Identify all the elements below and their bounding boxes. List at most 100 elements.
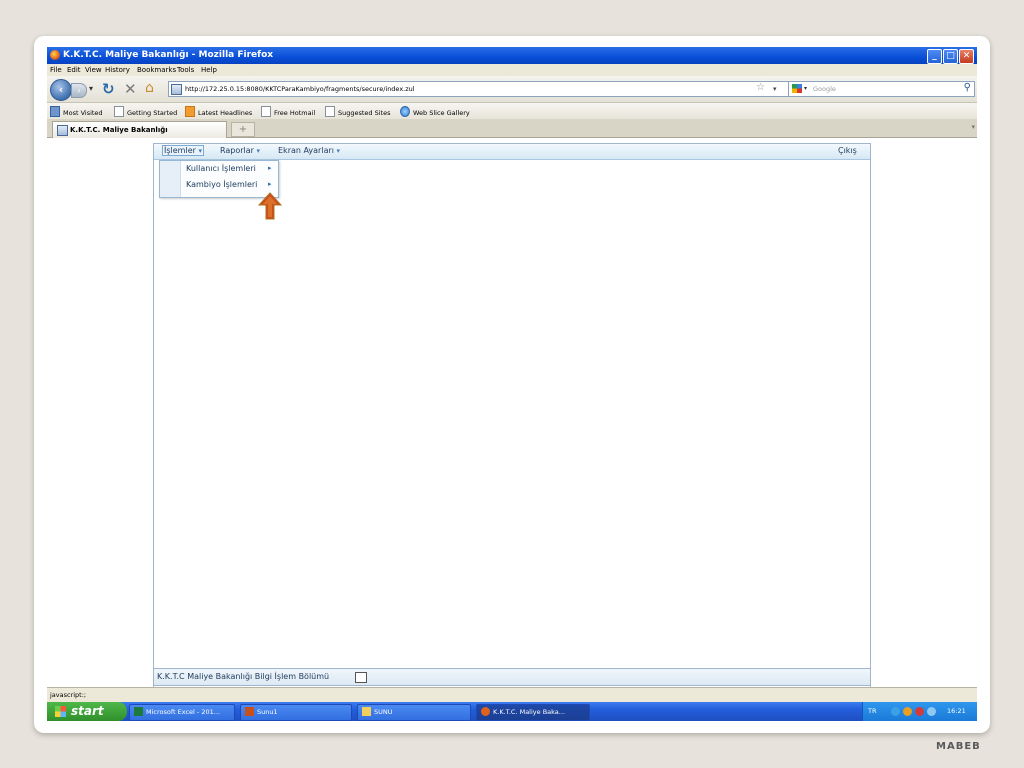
page-content: İşlemler ▾ Raporlar ▾ Ekran Ayarları ▾ Ç… (47, 138, 977, 688)
firefox-icon (481, 707, 490, 716)
submenu-arrow-icon: ▸ (268, 180, 272, 188)
firefox-icon (50, 50, 60, 60)
url-bar[interactable]: http://172.25.0.15:8080/KKTCParaKambiyo/… (168, 81, 790, 97)
task-sunu1[interactable]: Sunu1 (240, 704, 352, 721)
menu-label: Raporlar (220, 146, 254, 155)
task-firefox[interactable]: K.K.T.C. Maliye Baka... (476, 704, 590, 721)
bookmark-folder-icon (50, 106, 60, 117)
powerpoint-icon (245, 707, 254, 716)
tab-list-icon[interactable]: ▾ (971, 123, 975, 131)
menu-ekran-ayarlari[interactable]: Ekran Ayarları ▾ (278, 146, 340, 155)
chevron-down-icon: ▾ (256, 147, 261, 155)
rss-icon (185, 106, 195, 117)
language-indicator[interactable]: TR (868, 702, 877, 721)
menu-item-label: Kullanıcı İşlemleri (186, 164, 256, 173)
excel-icon (134, 707, 143, 716)
start-button[interactable]: start (47, 702, 127, 721)
chevron-down-icon: ▾ (198, 147, 202, 155)
menu-help[interactable]: Help (201, 66, 217, 74)
minimize-button[interactable]: _ (927, 49, 942, 64)
status-bar: javascript:; (47, 687, 977, 703)
bookmark-free-hotmail[interactable]: Free Hotmail (261, 106, 315, 117)
home-icon[interactable]: ⌂ (145, 80, 154, 96)
forward-icon[interactable]: › (71, 83, 87, 98)
page-icon (114, 106, 124, 117)
windows-logo-icon (55, 706, 66, 717)
chevron-down-icon: ▾ (336, 147, 341, 155)
task-excel[interactable]: Microsoft Excel - 201... (129, 704, 235, 721)
reload-icon[interactable]: ↻ (102, 80, 115, 98)
bookmark-getting-started[interactable]: Getting Started (114, 106, 177, 117)
maximize-button[interactable]: □ (943, 49, 958, 64)
page-icon (325, 106, 335, 117)
bookmark-latest-headlines[interactable]: Latest Headlines (185, 106, 252, 117)
app-panel: İşlemler ▾ Raporlar ▾ Ekran Ayarları ▾ Ç… (153, 143, 871, 688)
bookmark-label: Getting Started (127, 109, 178, 117)
slide-footer-label: MABEB (936, 741, 981, 752)
menu-cikis[interactable]: Çıkış (838, 146, 857, 155)
task-label: SUNU (374, 708, 393, 716)
tab-label: K.K.T.C. Maliye Bakanlığı (70, 126, 168, 134)
menu-tools[interactable]: Tools (177, 66, 194, 74)
history-dropdown-icon[interactable]: ▾ (89, 84, 93, 93)
status-text: javascript:; (50, 691, 87, 699)
task-label: K.K.T.C. Maliye Baka... (493, 708, 565, 716)
footer-text: K.K.T.C Maliye Bakanlığı Bilgi İşlem Böl… (157, 672, 330, 681)
screenshot: K.K.T.C. Maliye Bakanlığı - Mozilla Fire… (47, 47, 977, 721)
bookmark-suggested-sites[interactable]: Suggested Sites (325, 106, 391, 117)
menu-bookmarks[interactable]: Bookmarks (137, 66, 176, 74)
menu-edit[interactable]: Edit (67, 66, 81, 74)
bookmark-label: Web Slice Gallery (413, 109, 470, 117)
task-label: Microsoft Excel - 201... (146, 708, 220, 716)
menu-islemler[interactable]: İşlemler ▾ (162, 145, 204, 156)
menu-history[interactable]: History (105, 66, 130, 74)
search-engine-dropdown-icon[interactable]: ▾ (804, 82, 807, 96)
tab-maliye[interactable]: K.K.T.C. Maliye Bakanlığı (52, 121, 227, 138)
bookmark-web-slice-gallery[interactable]: Web Slice Gallery (400, 106, 470, 117)
bookmark-label: Suggested Sites (338, 109, 391, 117)
footer-checkbox[interactable] (355, 672, 367, 683)
menubar: File Edit View History Bookmarks Tools H… (47, 64, 977, 76)
volume-icon[interactable] (927, 707, 936, 716)
start-label: start (71, 704, 104, 718)
menu-label: Ekran Ayarları (278, 146, 334, 155)
dropdown-gutter (160, 161, 181, 197)
menu-view[interactable]: View (85, 66, 102, 74)
network-icon[interactable] (891, 707, 900, 716)
taskbar: start Microsoft Excel - 201... Sunu1 SUN… (47, 702, 977, 721)
tray-app-icon[interactable] (903, 707, 912, 716)
stop-icon[interactable]: ✕ (124, 80, 137, 98)
search-bar[interactable]: ▾ Google ⚲ (788, 81, 975, 97)
bookmarks-toolbar: Most Visited Getting Started Latest Head… (47, 103, 977, 119)
menu-item-kambiyo-islemleri[interactable]: Kambiyo İşlemleri ▸ (186, 180, 272, 189)
window-title: K.K.T.C. Maliye Bakanlığı - Mozilla Fire… (63, 50, 274, 60)
task-sunu-folder[interactable]: SUNU (357, 704, 471, 721)
search-input[interactable]: Google (813, 82, 836, 96)
folder-icon (362, 707, 371, 716)
menu-label: İşlemler (164, 146, 196, 155)
bookmark-star-icon[interactable]: ☆ (756, 81, 765, 95)
submenu-arrow-icon: ▸ (268, 164, 272, 172)
site-icon (57, 125, 68, 136)
new-tab-button[interactable]: + (231, 122, 255, 137)
menu-item-label: Kambiyo İşlemleri (186, 180, 258, 189)
window-titlebar: K.K.T.C. Maliye Bakanlığı - Mozilla Fire… (47, 47, 977, 64)
app-menubar: İşlemler ▾ Raporlar ▾ Ekran Ayarları ▾ Ç… (154, 144, 870, 160)
url-dropdown-icon[interactable]: ▾ (773, 82, 777, 96)
menu-file[interactable]: File (50, 66, 62, 74)
bookmark-most-visited[interactable]: Most Visited (50, 106, 103, 117)
google-icon[interactable] (792, 84, 802, 93)
navigation-toolbar: ‹ › ▾ ↻ ✕ ⌂ http://172.25.0.15:8080/KKTC… (47, 76, 977, 103)
bookmark-label: Free Hotmail (274, 109, 316, 117)
search-icon[interactable]: ⚲ (964, 81, 971, 95)
back-icon[interactable]: ‹ (50, 79, 72, 101)
system-tray: TR 16:21 (862, 702, 977, 721)
menu-raporlar[interactable]: Raporlar ▾ (220, 146, 260, 155)
menu-item-kullanici-islemleri[interactable]: Kullanıcı İşlemleri ▸ (186, 164, 272, 173)
security-icon[interactable] (915, 707, 924, 716)
page-icon (261, 106, 271, 117)
tab-bar: K.K.T.C. Maliye Bakanlığı + ▾ (47, 119, 977, 138)
bookmark-label: Latest Headlines (198, 109, 253, 117)
close-button[interactable]: ✕ (959, 49, 974, 64)
url-text[interactable]: http://172.25.0.15:8080/KKTCParaKambiyo/… (185, 82, 415, 96)
